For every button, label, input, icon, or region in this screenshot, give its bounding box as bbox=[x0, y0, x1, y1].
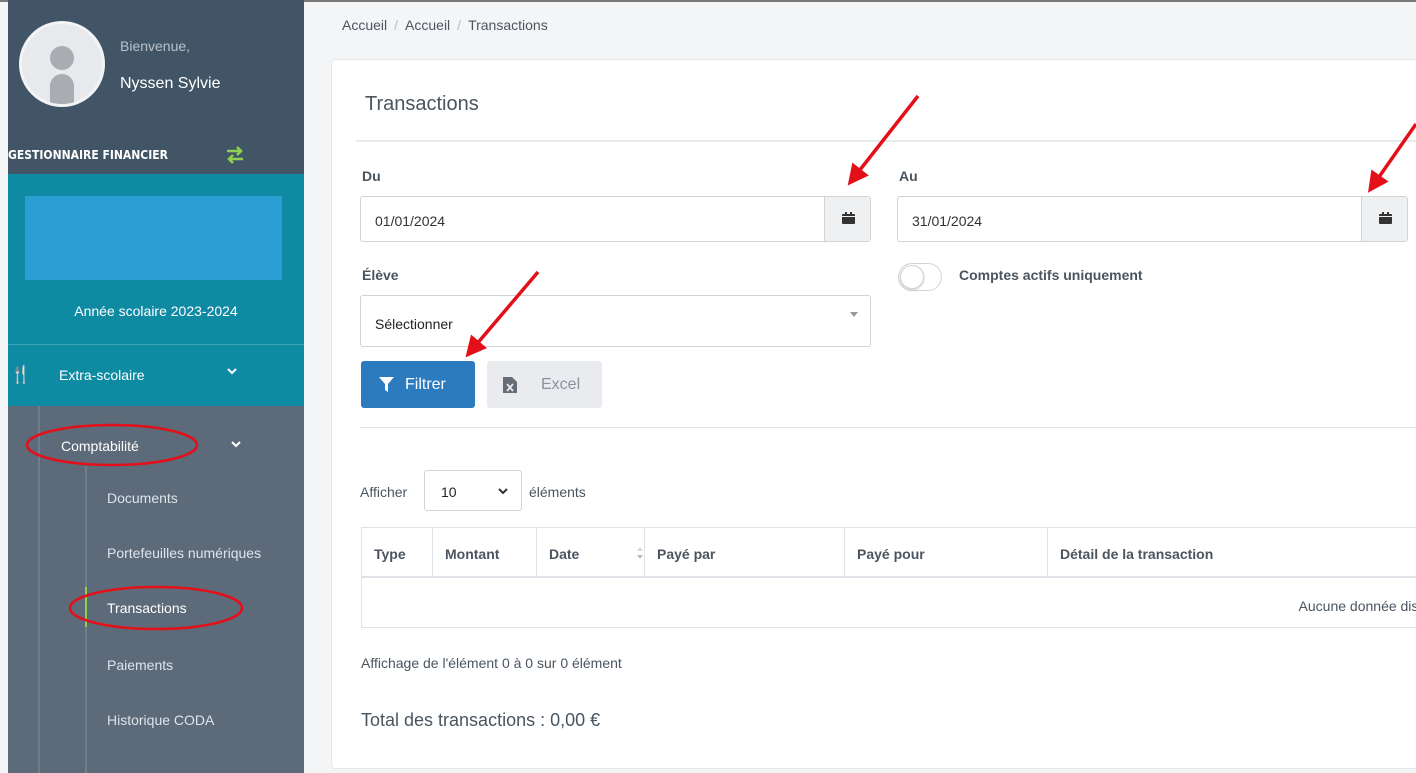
sidebar-item-documents[interactable]: Documents bbox=[85, 477, 304, 517]
filter-button[interactable]: Filtrer bbox=[361, 361, 475, 408]
column-header-label: Payé par bbox=[657, 546, 716, 562]
role-switcher[interactable]: GESTIONNAIRE FINANCIER bbox=[8, 138, 304, 174]
filter-icon bbox=[379, 377, 394, 392]
column-header-label: Détail de la transaction bbox=[1060, 546, 1214, 562]
chevron-down-icon bbox=[498, 488, 508, 495]
column-header-detail[interactable]: Détail de la transaction bbox=[1048, 528, 1416, 578]
from-date-picker-button[interactable] bbox=[824, 197, 870, 241]
from-date-label: Du bbox=[362, 168, 381, 184]
column-header-label: Type bbox=[374, 546, 406, 562]
sidebar-item-label: Portefeuilles numériques bbox=[107, 545, 262, 561]
sidebar-item-label: Historique CODA bbox=[107, 712, 215, 728]
breadcrumb-current: Transactions bbox=[468, 17, 548, 33]
chevron-down-icon bbox=[227, 368, 237, 375]
page-length-select[interactable]: 10 bbox=[424, 470, 522, 511]
user-panel: Bienvenue, Nyssen Sylvie bbox=[8, 0, 304, 138]
column-header-label: Montant bbox=[445, 546, 500, 562]
transactions-table: Type Montant Date Payé par Payé pour Dét… bbox=[361, 527, 1416, 628]
sidebar-item-portefeuilles[interactable]: Portefeuilles numériques bbox=[85, 532, 304, 572]
breadcrumb: Accueil / Accueil / Transactions bbox=[342, 17, 548, 33]
column-header-montant[interactable]: Montant bbox=[433, 528, 537, 578]
page-length-value: 10 bbox=[441, 484, 457, 500]
breadcrumb-separator: / bbox=[457, 17, 462, 33]
switch-icon[interactable] bbox=[224, 145, 246, 165]
excel-button-label: Excel bbox=[541, 376, 581, 393]
sort-icon bbox=[637, 547, 643, 559]
sidebar-item-extra-scolaire[interactable]: 🍴 Extra-scolaire bbox=[8, 344, 304, 406]
avatar[interactable] bbox=[19, 21, 105, 107]
student-select[interactable]: Sélectionner bbox=[360, 295, 871, 347]
to-date-label: Au bbox=[899, 168, 918, 184]
breadcrumb-link[interactable]: Accueil bbox=[342, 17, 387, 33]
welcome-text: Bienvenue, bbox=[120, 38, 191, 54]
transactions-total: Total des transactions : 0,00 € bbox=[361, 710, 601, 730]
sidebar-item-paiements[interactable]: Paiements bbox=[85, 644, 304, 684]
school-logo bbox=[25, 196, 282, 280]
cutlery-icon: 🍴 bbox=[10, 365, 32, 384]
table-header: Type Montant Date Payé par Payé pour Dét… bbox=[362, 528, 1416, 578]
column-header-label: Payé pour bbox=[857, 546, 925, 562]
breadcrumb-separator: / bbox=[394, 17, 399, 33]
excel-file-icon bbox=[503, 377, 517, 393]
column-header-type[interactable]: Type bbox=[362, 528, 433, 578]
table-empty-message: Aucune donnée dispo bbox=[1298, 598, 1416, 614]
breadcrumb-link[interactable]: Accueil bbox=[405, 17, 450, 33]
column-header-paye-pour[interactable]: Payé pour bbox=[845, 528, 1048, 578]
active-accounts-label: Comptes actifs uniquement bbox=[959, 267, 1143, 283]
filter-button-label: Filtrer bbox=[405, 376, 446, 393]
sidebar-group-comptabilite: Comptabilité Documents Portefeuilles num… bbox=[8, 406, 304, 773]
sidebar-item-comptabilite[interactable]: Comptabilité bbox=[8, 426, 304, 462]
user-icon bbox=[50, 46, 74, 70]
sidebar-item-label: Paiements bbox=[107, 657, 174, 673]
sidebar-item-label: Transactions bbox=[107, 600, 187, 616]
divider bbox=[356, 140, 1416, 142]
calendar-icon bbox=[842, 212, 855, 224]
chevron-down-icon bbox=[231, 441, 241, 448]
sidebar-item-label: Comptabilité bbox=[61, 438, 139, 454]
caret-down-icon bbox=[850, 312, 858, 317]
school-year: Année scolaire 2023-2024 bbox=[74, 303, 238, 319]
student-label: Élève bbox=[362, 267, 399, 283]
to-date-field[interactable]: 31/01/2024 bbox=[897, 196, 1408, 242]
user-name: Nyssen Sylvie bbox=[120, 75, 221, 92]
school-block: Année scolaire 2023-2024 bbox=[8, 174, 304, 344]
student-select-value: Sélectionner bbox=[375, 316, 453, 332]
user-icon-body bbox=[50, 74, 74, 104]
role-label: GESTIONNAIRE FINANCIER bbox=[8, 148, 168, 162]
sidebar-item-historique-coda[interactable]: Historique CODA bbox=[85, 699, 304, 739]
transactions-card: Transactions Du 01/01/2024 Au 31/01/2024… bbox=[331, 59, 1416, 769]
column-header-date[interactable]: Date bbox=[537, 528, 645, 578]
page-length-suffix: éléments bbox=[529, 484, 586, 500]
excel-export-button[interactable]: Excel bbox=[487, 361, 602, 408]
divider bbox=[360, 427, 1416, 428]
column-header-paye-par[interactable]: Payé par bbox=[645, 528, 845, 578]
to-date-picker-button[interactable] bbox=[1361, 197, 1407, 241]
sidebar-item-label: Extra-scolaire bbox=[59, 367, 145, 383]
page-title: Transactions bbox=[365, 93, 479, 115]
sidebar: Bienvenue, Nyssen Sylvie GESTIONNAIRE FI… bbox=[8, 0, 304, 773]
sidebar-item-transactions[interactable]: Transactions bbox=[85, 587, 304, 627]
column-header-label: Date bbox=[549, 546, 580, 562]
from-date-field[interactable]: 01/01/2024 bbox=[360, 196, 871, 242]
toggle-knob bbox=[900, 265, 924, 289]
from-date-value: 01/01/2024 bbox=[375, 213, 446, 229]
to-date-value: 31/01/2024 bbox=[912, 213, 983, 229]
page-length-prefix: Afficher bbox=[360, 484, 408, 500]
calendar-icon bbox=[1379, 212, 1392, 224]
active-accounts-toggle[interactable] bbox=[898, 263, 942, 291]
table-info: Affichage de l'élément 0 à 0 sur 0 éléme… bbox=[361, 655, 622, 671]
sidebar-item-label: Documents bbox=[107, 490, 178, 506]
